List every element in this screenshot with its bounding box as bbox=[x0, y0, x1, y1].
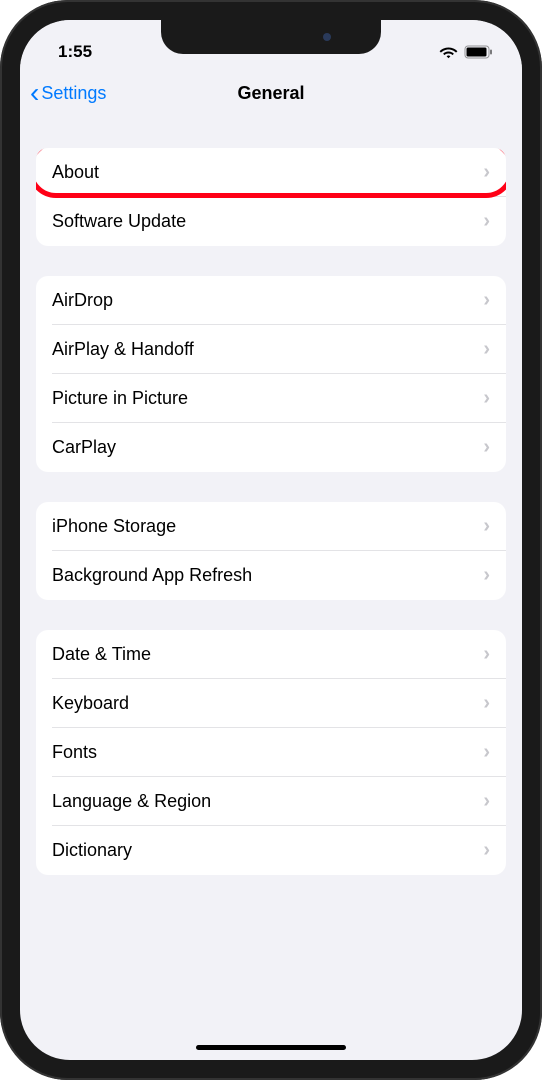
home-indicator[interactable] bbox=[196, 1045, 346, 1050]
front-camera bbox=[323, 33, 331, 41]
chevron-right-icon: › bbox=[483, 564, 490, 587]
row-software-update[interactable]: Software Update › bbox=[36, 197, 506, 246]
chevron-right-icon: › bbox=[483, 643, 490, 666]
battery-icon bbox=[464, 45, 494, 59]
row-iphone-storage[interactable]: iPhone Storage › bbox=[36, 502, 506, 551]
settings-section: AirDrop › AirPlay & Handoff › Picture in… bbox=[36, 276, 506, 472]
row-dictionary[interactable]: Dictionary › bbox=[36, 826, 506, 875]
status-time: 1:55 bbox=[58, 42, 92, 62]
nav-bar: ‹ Settings General bbox=[20, 70, 522, 120]
row-language-region[interactable]: Language & Region › bbox=[36, 777, 506, 826]
row-carplay[interactable]: CarPlay › bbox=[36, 423, 506, 472]
row-label: Language & Region bbox=[52, 791, 211, 812]
row-label: Background App Refresh bbox=[52, 565, 252, 586]
row-label: Software Update bbox=[52, 211, 186, 232]
row-label: About bbox=[52, 162, 99, 183]
status-icons bbox=[439, 45, 494, 59]
row-fonts[interactable]: Fonts › bbox=[36, 728, 506, 777]
chevron-right-icon: › bbox=[483, 338, 490, 361]
back-label: Settings bbox=[41, 83, 106, 104]
row-keyboard[interactable]: Keyboard › bbox=[36, 679, 506, 728]
screen: 1:55 ‹ Settings bbox=[20, 20, 522, 1060]
row-label: Date & Time bbox=[52, 644, 151, 665]
device-frame: 1:55 ‹ Settings bbox=[0, 0, 542, 1080]
settings-section: Date & Time › Keyboard › Fonts › Languag… bbox=[36, 630, 506, 875]
row-label: Keyboard bbox=[52, 693, 129, 714]
row-label: Fonts bbox=[52, 742, 97, 763]
chevron-right-icon: › bbox=[483, 741, 490, 764]
row-label: Dictionary bbox=[52, 840, 132, 861]
row-about[interactable]: About › bbox=[36, 148, 506, 197]
row-label: CarPlay bbox=[52, 437, 116, 458]
notch bbox=[161, 20, 381, 54]
row-label: iPhone Storage bbox=[52, 516, 176, 537]
row-picture-in-picture[interactable]: Picture in Picture › bbox=[36, 374, 506, 423]
chevron-right-icon: › bbox=[483, 436, 490, 459]
row-label: AirDrop bbox=[52, 290, 113, 311]
page-title: General bbox=[237, 83, 304, 104]
chevron-right-icon: › bbox=[483, 692, 490, 715]
chevron-right-icon: › bbox=[483, 161, 490, 184]
settings-section: iPhone Storage › Background App Refresh … bbox=[36, 502, 506, 600]
chevron-right-icon: › bbox=[483, 790, 490, 813]
row-label: AirPlay & Handoff bbox=[52, 339, 194, 360]
back-button[interactable]: ‹ Settings bbox=[30, 79, 106, 107]
chevron-left-icon: ‹ bbox=[30, 79, 39, 107]
row-airplay-handoff[interactable]: AirPlay & Handoff › bbox=[36, 325, 506, 374]
settings-section: About › Software Update › bbox=[36, 148, 506, 246]
row-label: Picture in Picture bbox=[52, 388, 188, 409]
settings-content: About › Software Update › AirDrop › AirP… bbox=[20, 148, 522, 875]
wifi-icon bbox=[439, 45, 458, 59]
chevron-right-icon: › bbox=[483, 839, 490, 862]
row-background-app-refresh[interactable]: Background App Refresh › bbox=[36, 551, 506, 600]
row-airdrop[interactable]: AirDrop › bbox=[36, 276, 506, 325]
chevron-right-icon: › bbox=[483, 289, 490, 312]
chevron-right-icon: › bbox=[483, 515, 490, 538]
chevron-right-icon: › bbox=[483, 210, 490, 233]
row-date-time[interactable]: Date & Time › bbox=[36, 630, 506, 679]
chevron-right-icon: › bbox=[483, 387, 490, 410]
